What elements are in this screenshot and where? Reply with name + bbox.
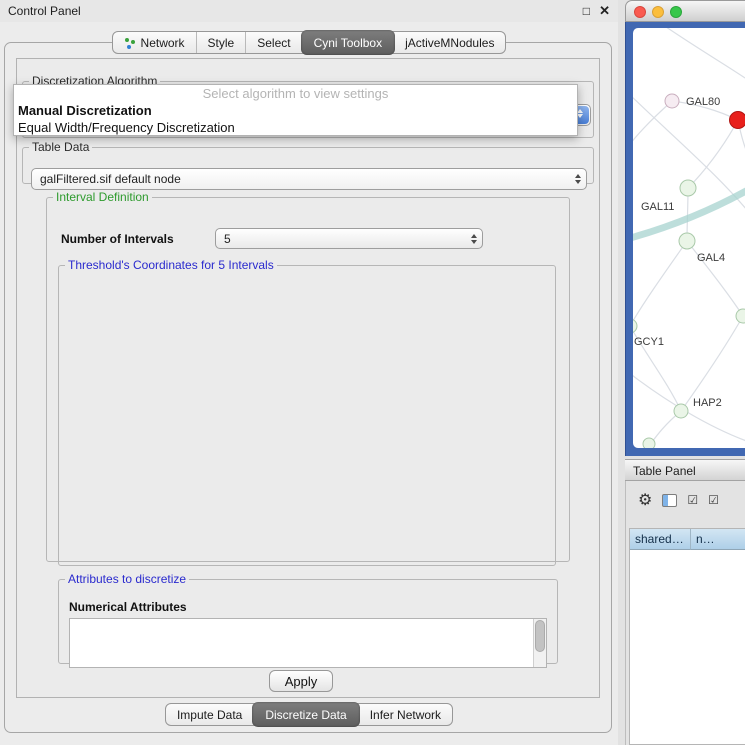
apply-button[interactable]: Apply [269, 670, 333, 692]
table-header-row: shared… n… [630, 529, 745, 550]
float-window-icon[interactable] [583, 3, 590, 18]
columns-icon[interactable] [662, 494, 677, 507]
network-view-window: GAL80 GAL11 GAL4 GCY1 HAP2 [625, 0, 745, 456]
algorithm-option[interactable]: Manual Discretization [14, 102, 577, 119]
number-of-intervals-combobox[interactable]: 5 [215, 228, 483, 249]
network-icon [124, 37, 136, 49]
network-window-titlebar [625, 0, 745, 22]
top-tab-bar: Network Style Select Cyni Toolbox jActiveMNo… [112, 31, 507, 54]
node-gcy1[interactable] [633, 319, 637, 333]
select-checkbox-icon[interactable] [687, 491, 698, 509]
network-graph [633, 28, 745, 448]
control-panel-title: Control Panel [8, 4, 81, 18]
node-label: GAL11 [641, 201, 674, 213]
tab-label: Cyni Toolbox [314, 36, 382, 50]
control-panel-titlebar: Control Panel [0, 0, 618, 22]
tab-label: Infer Network [370, 708, 441, 722]
select-checkbox-icon[interactable] [708, 491, 719, 509]
attributes-group-title: Attributes to discretize [65, 572, 189, 586]
table-toolbar [626, 487, 745, 513]
close-traffic-light-icon[interactable] [634, 6, 646, 18]
stepper-arrows-icon [575, 174, 581, 184]
thresholds-group: Threshold's Coordinates for 5 Intervals [58, 258, 556, 566]
interval-definition-title: Interval Definition [53, 190, 152, 204]
algorithm-option[interactable]: Equal Width/Frequency Discretization [14, 119, 577, 136]
table-data-group: Table Data galFiltered.sif default node [22, 140, 594, 184]
interval-definition-group: Interval Definition Number of Intervals … [46, 190, 570, 562]
stepper-arrows-icon [471, 234, 477, 244]
algorithm-dropdown-popup: Select algorithm to view settings Manual… [13, 84, 578, 136]
tab-infer-network[interactable]: Infer Network [359, 704, 452, 725]
screen: Control Panel Network Style Select Cyni Too… [0, 0, 745, 745]
node-label: GCY1 [634, 336, 664, 348]
node-label: GAL4 [697, 252, 725, 264]
table-panel-title: Table Panel [633, 464, 696, 478]
algorithm-options: Manual DiscretizationEqual Width/Frequen… [14, 102, 577, 136]
node-partial-bottom[interactable] [643, 438, 655, 448]
tab-style[interactable]: Style [196, 32, 246, 53]
node-partial-right[interactable] [736, 309, 745, 323]
tab-impute-data[interactable]: Impute Data [166, 704, 253, 725]
numerical-attributes-label: Numerical Attributes [69, 600, 187, 614]
tab-label: Network [141, 36, 185, 50]
tab-jactivemnodules[interactable]: jActiveMNodules [394, 32, 505, 53]
close-icon[interactable] [599, 3, 610, 19]
number-of-intervals-label: Number of Intervals [61, 232, 174, 246]
network-canvas[interactable]: GAL80 GAL11 GAL4 GCY1 HAP2 [633, 28, 745, 448]
table-data-value: galFiltered.sif default node [40, 172, 181, 186]
node-label: GAL80 [686, 96, 720, 108]
tab-label: jActiveMNodules [405, 36, 494, 50]
node-gal11[interactable] [680, 180, 696, 196]
tab-label: Select [257, 36, 290, 50]
list-scrollbar[interactable] [533, 619, 546, 667]
column-header-name[interactable]: n… [691, 529, 745, 550]
control-panel-window: Control Panel Network Style Select Cyni Too… [0, 0, 618, 745]
node-gal4[interactable] [679, 233, 695, 249]
tab-discretize-data[interactable]: Discretize Data [252, 702, 359, 727]
bottom-tab-bar: Impute Data Discretize Data Infer Network [165, 703, 453, 726]
node-gal80[interactable] [665, 94, 679, 108]
number-of-intervals-value: 5 [224, 232, 231, 246]
top-tab-bar-wrap: Network Style Select Cyni Toolbox jActiveMNo… [0, 31, 618, 54]
gear-icon[interactable] [638, 490, 652, 510]
tab-label: Discretize Data [265, 708, 346, 722]
minimize-traffic-light-icon[interactable] [652, 6, 664, 18]
thresholds-group-title: Threshold's Coordinates for 5 Intervals [65, 258, 277, 272]
tab-label: Style [208, 36, 235, 50]
network-window-frame: GAL80 GAL11 GAL4 GCY1 HAP2 [625, 22, 745, 456]
attributes-group: Attributes to discretize Numerical Attri… [58, 572, 558, 664]
tab-label: Impute Data [177, 708, 242, 722]
table-panel-header: Table Panel [625, 459, 745, 481]
tab-cyni-toolbox[interactable]: Cyni Toolbox [301, 30, 395, 55]
node-highlighted[interactable] [730, 112, 745, 129]
table-data-combobox[interactable]: galFiltered.sif default node [31, 168, 587, 190]
tab-select[interactable]: Select [245, 32, 301, 53]
tab-network[interactable]: Network [113, 32, 196, 53]
table-panel: shared… n… [625, 481, 745, 745]
list-scrollbar-thumb[interactable] [535, 620, 545, 652]
numerical-attributes-listbox[interactable] [69, 618, 547, 668]
algorithm-placeholder: Select algorithm to view settings [14, 85, 577, 102]
column-header-shared-name[interactable]: shared… [630, 529, 691, 550]
zoom-traffic-light-icon[interactable] [670, 6, 682, 18]
node-hap2[interactable] [674, 404, 688, 418]
node-label: HAP2 [693, 397, 722, 409]
node-table: shared… n… [629, 528, 745, 745]
table-data-group-title: Table Data [29, 140, 92, 154]
bottom-tab-bar-wrap: Impute Data Discretize Data Infer Network [0, 703, 618, 726]
